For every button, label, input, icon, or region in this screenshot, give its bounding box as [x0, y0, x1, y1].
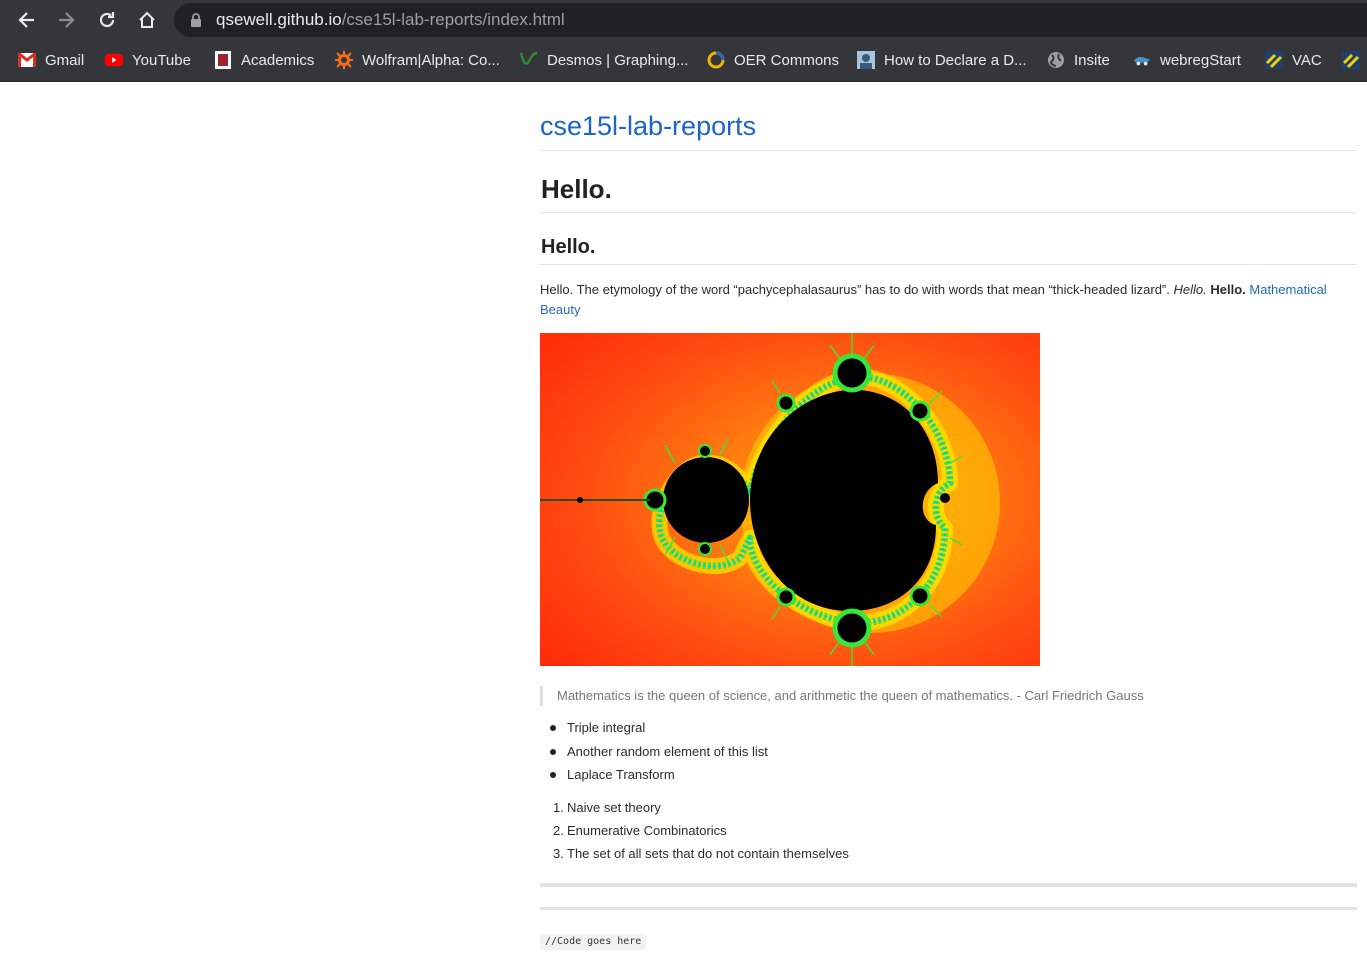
home-button[interactable] — [131, 4, 163, 36]
bookmark-label: Gmail — [45, 51, 85, 69]
bookmark-label: OER Commons — [734, 51, 840, 69]
list-item: 2. Enumerative Combinatorics — [540, 822, 849, 845]
mandelbrot-image — [540, 333, 1040, 666]
list-item-text: Enumerative Combinatorics — [567, 823, 727, 838]
heading-2: Hello. — [541, 236, 596, 258]
bookmark-youtube[interactable]: YouTube — [105, 49, 191, 71]
bookmark-label: webregStart — [1160, 51, 1241, 69]
bookmark-label: Desmos | Graphing... — [547, 51, 689, 69]
gmail-icon — [18, 51, 36, 69]
list-item: 3. The set of all sets that do not contai… — [540, 845, 849, 868]
globe-icon — [1047, 51, 1065, 69]
browser-toolbar: qsewell.github.io/cse15l-lab-reports/ind… — [0, 0, 1367, 40]
lock-icon — [191, 13, 201, 27]
webreg-icon — [1133, 51, 1151, 69]
list-number: 2. — [553, 823, 564, 838]
list-item-text: Another random element of this list — [567, 743, 768, 759]
youtube-icon — [105, 51, 123, 69]
paragraph-text: Hello. The etymology of the word “pachyc… — [540, 282, 1174, 297]
url-path: /cse15l-lab-reports/index.html — [341, 10, 565, 29]
bookmark-academics[interactable]: Academics — [214, 49, 314, 71]
reload-icon — [99, 12, 115, 28]
list-item-text: Laplace Transform — [567, 767, 675, 782]
heading-1-underline — [540, 212, 1357, 213]
desmos-icon — [520, 51, 538, 69]
forward-button[interactable] — [50, 4, 82, 36]
list-item: Laplace Transform — [540, 766, 768, 790]
ordered-list: 1. Naive set theory 2. Enumerative Combina… — [540, 799, 849, 868]
horizontal-rule — [540, 883, 1357, 887]
code-snippet: //Code goes here — [540, 934, 647, 950]
bookmark-oer-commons[interactable]: OER Commons — [707, 49, 839, 71]
bullet-icon — [550, 772, 556, 778]
bullet-icon — [550, 725, 556, 731]
bookmark-vac[interactable]: VAC — [1265, 49, 1322, 71]
bookmarks-bar: Gmail YouTube Academics Wolfram|Alpha: C… — [0, 40, 1367, 82]
paragraph-italic: Hello. — [1173, 282, 1207, 297]
bookmark-label: Academics — [241, 51, 315, 69]
url-text[interactable]: qsewell.github.io/cse15l-lab-reports/ind… — [216, 10, 565, 30]
bookmark-label: How to Declare a D... — [884, 51, 1027, 69]
horizontal-rule — [540, 907, 1357, 910]
url-host: qsewell.github.io — [216, 10, 342, 29]
back-arrow-icon — [18, 12, 34, 28]
address-bar[interactable]: qsewell.github.io/cse15l-lab-reports/ind… — [174, 3, 1367, 37]
oer-icon — [707, 51, 725, 69]
header-divider — [540, 150, 1357, 151]
bookmark-gmail[interactable]: Gmail — [18, 49, 84, 71]
paragraph-bold: Hello. — [1210, 282, 1246, 297]
wolfram-icon — [335, 51, 353, 69]
bookmark-desmos[interactable]: Desmos | Graphing... — [520, 49, 688, 71]
heading-2-underline — [540, 264, 1357, 265]
forward-arrow-icon — [59, 12, 75, 28]
list-item: Triple integral — [540, 719, 768, 743]
site-title-link[interactable]: cse15l-lab-reports — [540, 111, 756, 142]
bookmark-webreg[interactable]: webregStart — [1133, 49, 1241, 71]
list-item-text: The set of all sets that do not contain … — [567, 846, 849, 861]
bookmark-insite[interactable]: Insite — [1047, 49, 1110, 71]
bookmark-overflow[interactable] — [1342, 49, 1360, 71]
back-button[interactable] — [11, 4, 43, 36]
bookmark-wolfram[interactable]: Wolfram|Alpha: Co... — [335, 49, 500, 71]
bookmark-label: YouTube — [132, 51, 191, 69]
bookmark-declare[interactable]: How to Declare a D... — [857, 49, 1027, 71]
bookmark-label: Wolfram|Alpha: Co... — [362, 51, 500, 69]
bookmark-label: Insite — [1074, 51, 1110, 69]
list-number: 3. — [553, 846, 564, 861]
bookmark-partial-icon — [1342, 51, 1360, 69]
declare-icon — [857, 51, 875, 69]
reload-button[interactable] — [91, 4, 123, 36]
unordered-list: Triple integral Another random element o… — [540, 719, 768, 790]
bookmark-label: VAC — [1292, 51, 1322, 69]
intro-paragraph: Hello. The etymology of the word “pachyc… — [540, 280, 1357, 320]
home-icon — [139, 11, 155, 28]
list-item-text: Triple integral — [567, 720, 646, 735]
list-number: 1. — [553, 800, 564, 815]
list-item: 1. Naive set theory — [540, 799, 849, 822]
academics-icon — [214, 51, 232, 69]
vac-icon — [1265, 51, 1283, 69]
bullet-icon — [550, 748, 556, 755]
blockquote: Mathematics is the queen of science, and… — [540, 686, 1144, 706]
heading-1: Hello. — [541, 174, 612, 204]
list-item: Another random element of this list — [540, 743, 768, 767]
list-item-text: Naive set theory — [567, 800, 661, 815]
